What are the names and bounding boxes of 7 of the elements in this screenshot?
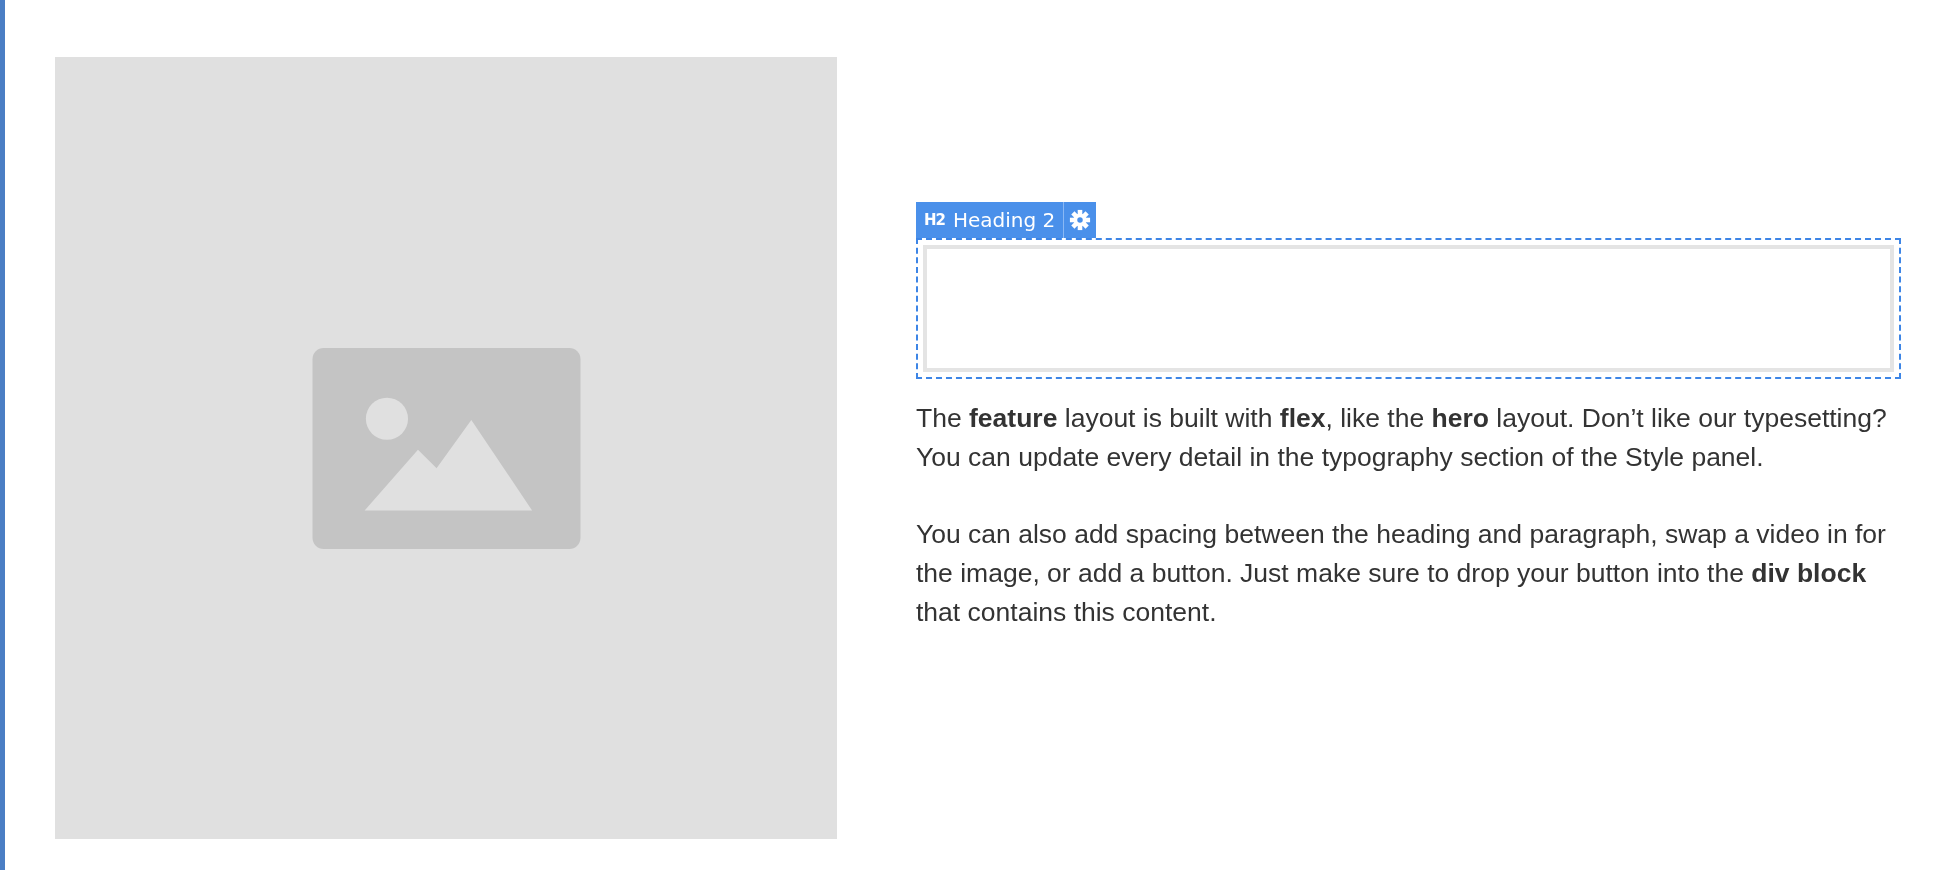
paragraph: The feature layout is built with flex, like the hero layout. Don’t like our typesetting? You can update every detail in the typography section of the Style panel. xyxy=(916,402,1888,474)
element-name: Heading 2 xyxy=(953,208,1056,232)
heading-box[interactable] xyxy=(916,238,1901,379)
paragraph: You can also add spacing between the heading and paragraph, swap a video in for the image, or add a button. Just make sure to drop your button into the div block that contains this content. xyxy=(916,518,1887,629)
image-placeholder-icon xyxy=(311,347,581,549)
tag-label: H2 xyxy=(924,211,945,229)
settings-icon[interactable] xyxy=(1069,209,1092,231)
